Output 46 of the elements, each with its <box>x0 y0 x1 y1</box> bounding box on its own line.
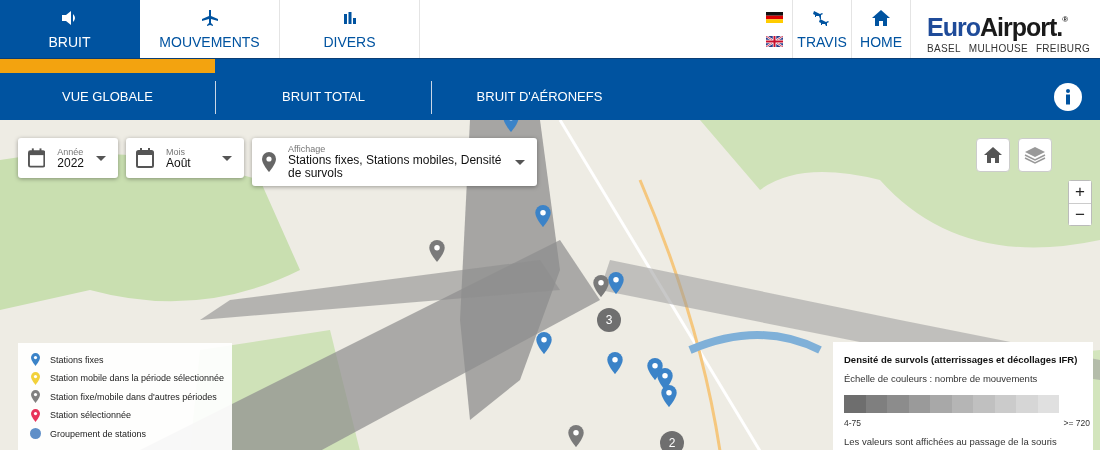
calendar-icon <box>136 148 154 168</box>
caret-icon <box>515 159 525 165</box>
sub-tab[interactable]: BRUIT D'AÉRONEFS <box>432 59 647 120</box>
info-icon[interactable] <box>1054 82 1082 111</box>
sub-tab[interactable]: VUE GLOBALE <box>0 59 215 120</box>
nav-tab[interactable]: BRUIT <box>0 0 140 58</box>
layers-button[interactable] <box>1018 138 1052 172</box>
scale-min-label: 4-75 <box>844 418 861 428</box>
home-icon <box>872 9 891 26</box>
british-flag-icon[interactable] <box>765 35 783 47</box>
filter-dropdown[interactable]: Mois Août <box>126 138 244 178</box>
nav-link[interactable]: HOME <box>851 0 911 58</box>
filter-dropdown[interactable]: Affichage Stations fixes, Stations mobiles, Densité de survols <box>252 138 537 186</box>
logo-text[interactable]: EuroAirport.$^{®}$ <box>927 6 1090 41</box>
home-button[interactable] <box>976 138 1010 172</box>
legend-label: Station mobile dans la période sélectionnée <box>50 373 225 384</box>
logo-tagline: MULHOUSE <box>968 43 1028 54</box>
zoom-button[interactable]: − <box>1069 203 1091 225</box>
filter-value: Stations fixes, Stations mobiles, Densité de survols <box>288 154 503 180</box>
bar-chart-icon <box>342 11 357 24</box>
panel-title: Densité de survols (atterrissages et décollages IFR) <box>844 354 1079 365</box>
german-flag-icon[interactable] <box>765 11 783 23</box>
legend-label: Stations fixes <box>50 354 104 365</box>
filter-label: Année <box>57 146 84 157</box>
filter-value: Août <box>166 156 192 170</box>
calendar-icon <box>28 148 46 168</box>
filter-value: 2022 <box>57 156 84 170</box>
legend-label: Station fixe/mobile dans d'autres périodes <box>50 391 217 402</box>
caret-icon <box>222 155 232 161</box>
filter-label: Mois <box>166 146 186 157</box>
panel-note: Les valeurs sont affichées au passage de la souris <box>844 436 1058 447</box>
filter-label: Affichage <box>288 144 327 154</box>
logo-tagline: FREIBURG <box>1035 43 1090 54</box>
logo-tagline: BASEL <box>927 43 961 54</box>
scale-max-label: >= 720 <box>1063 418 1090 428</box>
home-icon <box>984 147 1002 163</box>
nav-link[interactable]: TRAVIS <box>792 0 852 58</box>
legend-label: Station sélectionnée <box>50 410 132 421</box>
filter-dropdown[interactable]: Année 2022 <box>18 138 118 178</box>
panel-subtitle: Échelle de couleurs : nombre de mouvements <box>844 373 1039 384</box>
sub-tab[interactable]: BRUIT TOTAL <box>216 59 431 120</box>
legend-label: Groupement de stations <box>50 428 147 439</box>
caret-icon <box>96 155 106 161</box>
airplane-icon <box>200 8 219 27</box>
location-pin-icon <box>262 152 276 172</box>
layers-icon <box>1024 145 1046 165</box>
